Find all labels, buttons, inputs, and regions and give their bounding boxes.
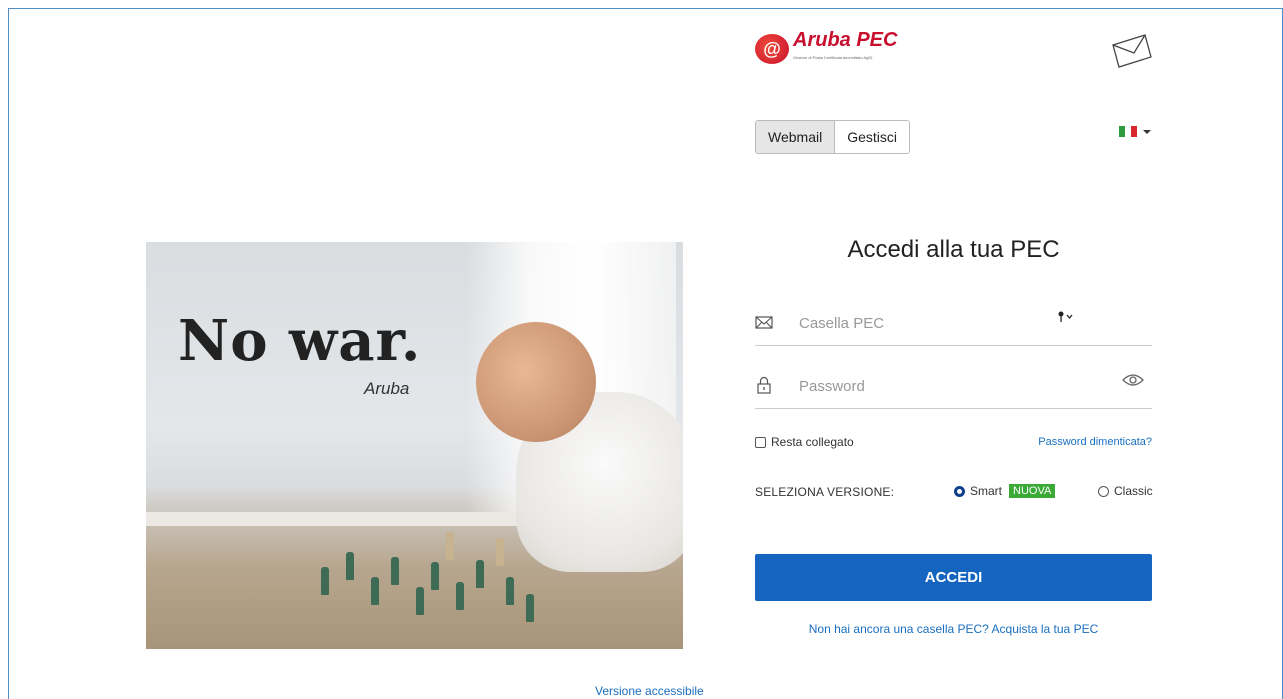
version-label: SELEZIONA VERSIONE: bbox=[755, 485, 895, 499]
classic-label: Classic bbox=[1114, 484, 1153, 498]
envelope-icon[interactable] bbox=[1111, 33, 1153, 69]
login-title: Accedi alla tua PEC bbox=[847, 236, 1060, 263]
toy-soldier bbox=[496, 538, 504, 566]
toy-soldier bbox=[431, 562, 439, 590]
toy-soldier bbox=[506, 577, 514, 605]
password-field-row bbox=[755, 368, 1152, 409]
promo-child-head bbox=[476, 322, 596, 442]
login-button[interactable]: ACCEDI bbox=[755, 554, 1152, 601]
email-field-row bbox=[755, 305, 1152, 346]
mode-switch: Webmail Gestisci bbox=[755, 120, 910, 154]
version-radio-smart[interactable]: Smart NUOVA bbox=[954, 484, 1056, 498]
logo-seal: @ bbox=[755, 34, 789, 64]
logo-brand-name: Aruba PEC bbox=[793, 29, 898, 51]
logo-tagline: Gestore di Posta Certificata accreditato… bbox=[793, 55, 873, 60]
toy-soldier bbox=[476, 560, 484, 588]
toy-soldier bbox=[446, 532, 454, 560]
version-radio-classic[interactable]: Classic bbox=[1098, 484, 1153, 498]
toy-soldier bbox=[526, 594, 534, 622]
italian-flag-icon bbox=[1119, 126, 1137, 137]
eye-icon[interactable] bbox=[1122, 372, 1144, 388]
radio-selected[interactable] bbox=[954, 485, 965, 497]
password-manager-key-icon[interactable] bbox=[1058, 310, 1074, 324]
password-input[interactable] bbox=[797, 370, 1061, 402]
remember-me-checkbox[interactable]: Resta collegato bbox=[755, 435, 854, 449]
tab-gestisci[interactable]: Gestisci bbox=[835, 121, 909, 153]
logo-wordmark: Aruba PEC Gestore di Posta Certificata a… bbox=[793, 29, 898, 67]
language-selector[interactable] bbox=[1119, 126, 1151, 137]
toy-soldier bbox=[321, 567, 329, 595]
aruba-pec-logo[interactable]: @ Aruba PEC Gestore di Posta Certificata… bbox=[755, 29, 898, 67]
promo-image: No war. Aruba bbox=[146, 242, 683, 649]
envelope-icon bbox=[755, 316, 773, 329]
forgot-password-link[interactable]: Password dimenticata? bbox=[1038, 436, 1152, 448]
toy-soldier bbox=[456, 582, 464, 610]
toy-soldier bbox=[371, 577, 379, 605]
radio-unselected[interactable] bbox=[1098, 485, 1109, 497]
promo-headline: No war. bbox=[178, 308, 422, 374]
smart-label: Smart bbox=[970, 484, 1003, 498]
toy-soldier bbox=[391, 557, 399, 585]
toy-soldier bbox=[416, 587, 424, 615]
tab-webmail[interactable]: Webmail bbox=[756, 121, 836, 153]
buy-pec-link[interactable]: Non hai ancora una casella PEC? Acquista… bbox=[755, 622, 1152, 636]
checkbox-box[interactable] bbox=[755, 436, 766, 448]
new-badge: NUOVA bbox=[1009, 484, 1056, 498]
email-input[interactable] bbox=[797, 307, 1061, 339]
accessible-version-link[interactable]: Versione accessibile bbox=[595, 684, 704, 698]
remember-me-label: Resta collegato bbox=[771, 435, 854, 449]
toy-soldier bbox=[346, 552, 354, 580]
promo-subline: Aruba bbox=[364, 379, 410, 398]
caret-down-icon bbox=[1143, 129, 1151, 134]
lock-icon bbox=[757, 376, 771, 394]
